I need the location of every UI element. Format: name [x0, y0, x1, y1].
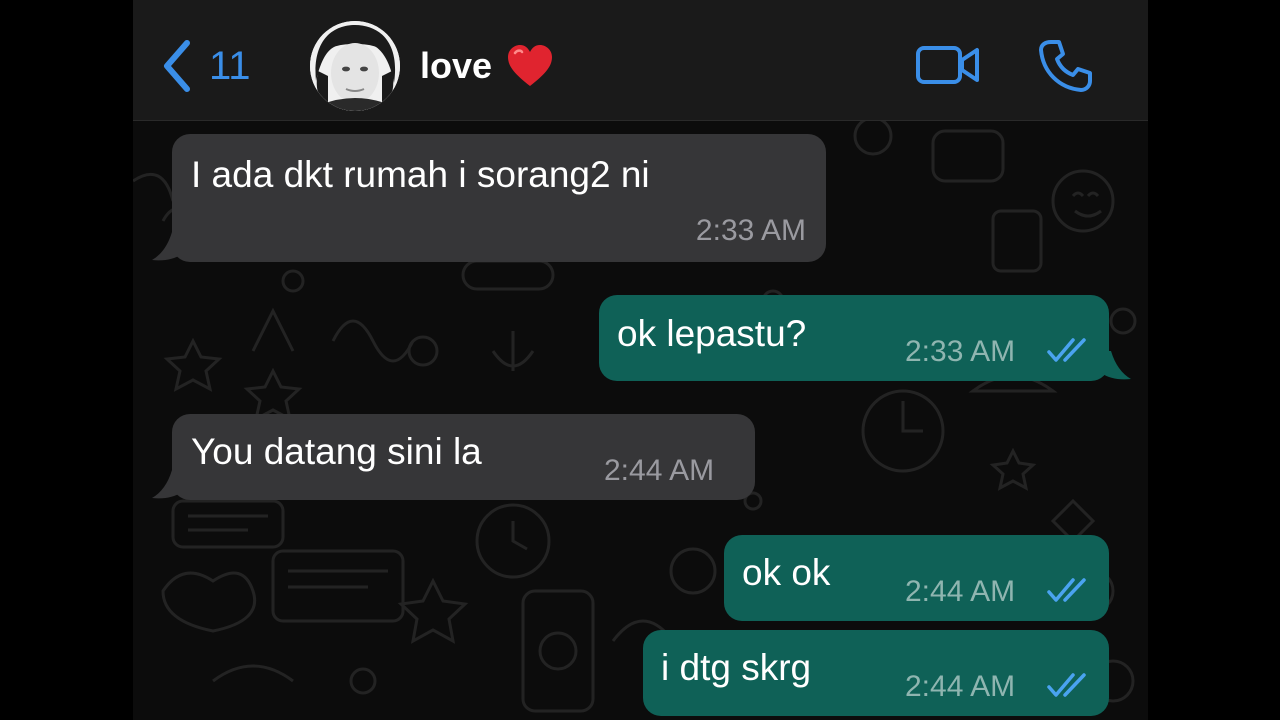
message-timestamp: 2:33 AM — [695, 214, 806, 247]
message-text: i dtg skrg — [661, 647, 812, 688]
read-receipt-icon — [1047, 578, 1086, 602]
message-timestamp: 2:44 AM — [905, 575, 1016, 608]
message-text: ok ok — [742, 552, 831, 593]
message-timestamp: 2:44 AM — [604, 454, 715, 487]
message-bubble-incoming[interactable]: You datang sini la 2:44 AM — [152, 414, 755, 500]
bubble-tail — [152, 470, 182, 499]
message-bubble-incoming[interactable]: I ada dkt rumah i sorang2 ni 2:33 AM — [152, 134, 826, 262]
message-timestamp: 2:33 AM — [905, 335, 1016, 368]
bubble-tail — [152, 232, 182, 261]
message-text: I ada dkt rumah i sorang2 ni — [191, 154, 650, 195]
chat-screen: 11 love I ada dkt rumah i sorang2 ni 2:3… — [133, 0, 1148, 720]
message-bubble-outgoing[interactable]: ok ok 2:44 AM — [724, 535, 1109, 621]
chevron-left-icon — [164, 40, 190, 92]
contact-name[interactable]: love — [420, 44, 554, 88]
avatar[interactable] — [310, 21, 400, 111]
unread-count: 11 — [209, 43, 251, 88]
phone-call-icon[interactable] — [1037, 38, 1093, 94]
contact-name-label: love — [420, 45, 493, 86]
chat-header: 11 love — [133, 0, 1148, 121]
avatar-image — [310, 21, 400, 111]
red-heart-icon — [508, 45, 553, 86]
back-button[interactable]: 11 — [161, 38, 251, 94]
read-receipt-icon — [1047, 338, 1086, 362]
message-text: You datang sini la — [191, 431, 482, 472]
read-receipt-icon — [1047, 673, 1086, 697]
bubble-tail — [1101, 351, 1131, 380]
message-timestamp: 2:44 AM — [905, 670, 1016, 703]
message-bubble-outgoing[interactable]: ok lepastu? 2:33 AM — [599, 295, 1131, 381]
message-bubble-outgoing[interactable]: i dtg skrg 2:44 AM — [643, 630, 1109, 716]
message-text: ok lepastu? — [617, 313, 807, 354]
video-call-icon[interactable] — [915, 40, 981, 90]
